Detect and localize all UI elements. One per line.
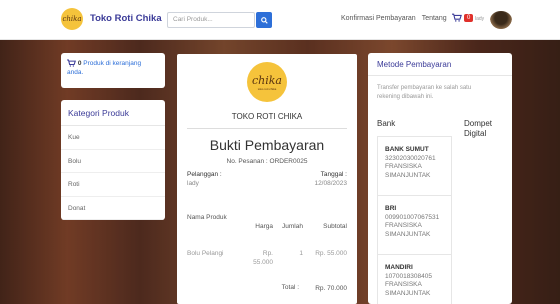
cart-button[interactable]: 0 [452, 13, 474, 22]
category-title: Kategori Produk [61, 100, 165, 126]
cart-icon [67, 59, 76, 67]
cart-count-badge: 0 [464, 13, 474, 22]
category-item-roti[interactable]: Roti [61, 173, 165, 197]
bank-account-holder: FRANSISKA SIMANJUNTAK [385, 163, 431, 179]
brand-name[interactable]: Toko Roti Chika [90, 13, 162, 24]
cart-summary[interactable]: 0 Produk di keranjang anda. [61, 53, 165, 88]
payment-title: Metode Pembayaran [368, 53, 512, 76]
category-panel: Kategori Produk Kue Bolu Roti Donat [61, 100, 165, 220]
cart-summary-count: 0 [77, 60, 82, 67]
category-item-kue[interactable]: Kue [61, 126, 165, 150]
brand-logo[interactable]: chika [61, 8, 83, 30]
category-item-donat[interactable]: Donat [61, 197, 165, 220]
bank-account-holder: FRANSISKA SIMANJUNTAK [385, 281, 431, 297]
nav-tentang[interactable]: Tentang [422, 15, 447, 22]
col-qty: Jumlah [282, 223, 303, 230]
total-row: Total : Rp. 70.000 [187, 284, 347, 293]
col-price: Harga [255, 223, 273, 230]
row-price: Rp. 55.000 [253, 250, 273, 266]
bank-account-number: 1070018308405 [385, 272, 432, 280]
bank-item[interactable]: BANK SUMUT 32302030020761 FRANSISKA SIMA… [378, 137, 451, 196]
bank-account-holder: FRANSISKA SIMANJUNTAK [385, 222, 431, 238]
total-label: Total : [281, 284, 299, 291]
row-qty: 1 [299, 250, 303, 257]
row-subtotal: Rp. 55.000 [315, 250, 347, 257]
cart-icon [452, 13, 462, 22]
row-name: Bolu Pelangi [187, 250, 224, 257]
bank-name: MANDIRI [385, 264, 413, 271]
bank-account-number: 32302030020761 [385, 154, 436, 162]
user-name[interactable]: lady [475, 16, 484, 22]
brand-logo-text: chika [62, 15, 82, 23]
bank-item[interactable]: MANDIRI 1070018308405 FRANSISKA SIMANJUN… [378, 255, 451, 304]
total-value: Rp. 70.000 [315, 285, 347, 292]
bank-name: BANK SUMUT [385, 146, 429, 153]
bank-item[interactable]: BRI 009901007067531 FRANSISKA SIMANJUNTA… [378, 196, 451, 255]
table-header: Nama Produk Harga Jumlah Subtotal [187, 213, 347, 231]
wallet-heading[interactable]: Dompet Digital [464, 119, 512, 139]
bank-account-number: 009901007067531 [385, 213, 440, 221]
payment-panel: Metode Pembayaran Transfer pembayaran ke… [368, 53, 512, 304]
avatar[interactable] [490, 11, 512, 29]
bank-heading: Bank [377, 119, 396, 128]
bank-name: BRI [385, 205, 397, 212]
category-item-bolu[interactable]: Bolu [61, 150, 165, 173]
receipt-table-layer: Nama Produk Harga Jumlah Subtotal Bolu P… [177, 0, 357, 304]
bank-list: BANK SUMUT 32302030020761 FRANSISKA SIMA… [377, 136, 452, 304]
col-name: Nama Produk [187, 214, 227, 221]
payment-description: Transfer pembayaran ke salah satu rekeni… [377, 85, 472, 100]
col-subtotal: Subtotal [323, 223, 347, 230]
table-row: Bolu Pelangi Rp. 55.000 1 Rp. 55.000 [187, 249, 347, 267]
